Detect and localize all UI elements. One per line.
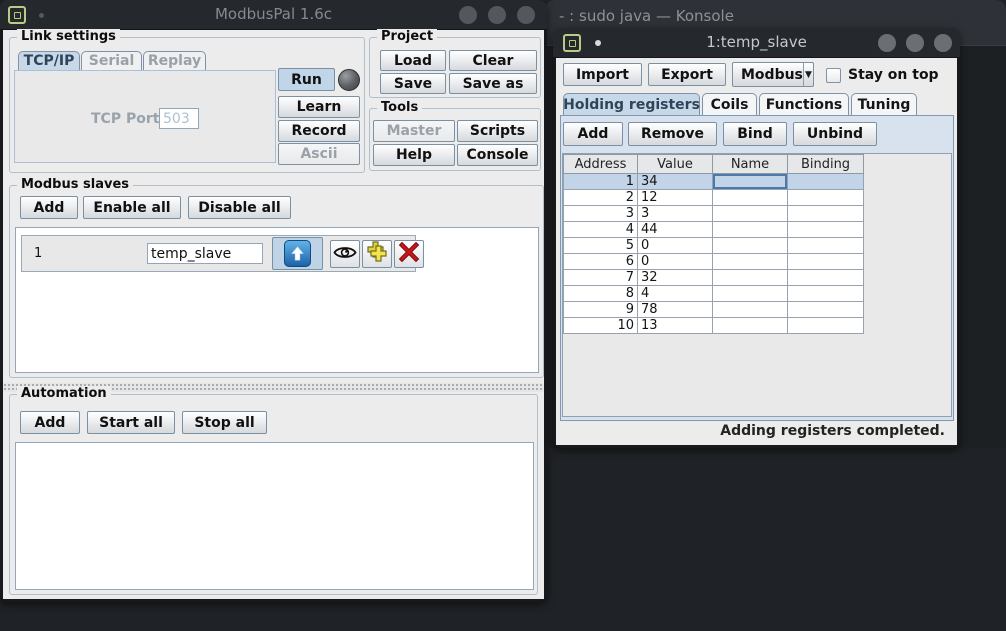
registers-tab-content: Add Remove Bind Unbind Address Value Nam… [560,115,954,421]
table-row[interactable]: 6 0 [564,254,864,270]
table-row[interactable]: 3 3 [564,206,864,222]
tab-tuning[interactable]: Tuning [851,93,917,115]
stay-on-top-label: Stay on top [848,67,939,83]
link-settings-title: Link settings [17,29,120,45]
add-register-button[interactable]: Add [563,122,623,146]
tab-tcpip[interactable]: TCP/IP [18,51,80,70]
maximize-button[interactable] [488,6,506,24]
status-message: Adding registers completed. [562,423,945,439]
help-button[interactable]: Help [373,144,455,166]
table-row[interactable]: 10 13 [564,318,864,334]
slave-row[interactable]: 1 [21,235,416,272]
eye-icon [333,245,357,264]
tcpip-tab-content: TCP Port: [14,70,276,163]
modbus-slaves-panel: Modbus slaves Add Enable all Disable all… [9,185,544,378]
start-all-button[interactable]: Start all [87,411,175,434]
registers-table: Address Value Name Binding 1 34 2 12 [563,154,864,334]
add-slave-button[interactable]: Add [20,196,78,219]
table-row[interactable]: 1 34 [564,174,864,190]
table-row[interactable]: 8 4 [564,286,864,302]
automation-title: Automation [17,386,111,402]
mode-combo[interactable]: Modbus ▼ [732,62,814,87]
tcp-port-input[interactable] [159,108,199,129]
double-plus-icon [365,240,389,268]
minimize-button[interactable] [459,6,477,24]
remove-register-button[interactable]: Remove [628,122,717,146]
x-icon [398,241,420,267]
slave-name-field[interactable] [147,243,263,264]
slave-list: 1 [15,227,539,373]
ascii-button: Ascii [278,143,360,165]
disable-all-button[interactable]: Disable all [188,196,291,219]
up-arrow-icon [284,240,311,267]
slave-titlebar[interactable]: 1:temp_slave [553,28,960,58]
modbuspal-titlebar[interactable]: ModbusPal 1.6c [0,0,547,30]
import-button[interactable]: Import [563,63,642,86]
link-led-icon [338,69,360,91]
master-button: Master [373,120,455,142]
focused-cell[interactable] [713,174,788,190]
modbus-slaves-title: Modbus slaves [17,177,133,193]
stay-on-top-checkbox[interactable] [826,68,841,83]
view-slave-button[interactable] [330,240,360,268]
window-title: 1:temp_slave [553,33,960,51]
tab-holding-registers[interactable]: Holding registers [563,93,700,115]
col-name[interactable]: Name [713,155,788,174]
table-row[interactable]: 9 78 [564,302,864,318]
unbind-button[interactable]: Unbind [793,122,877,146]
stop-all-button[interactable]: Stop all [182,411,267,434]
tcp-port-label: TCP Port: [91,111,165,127]
save-button[interactable]: Save [380,73,446,94]
tools-title: Tools [377,100,422,116]
col-binding[interactable]: Binding [788,155,864,174]
duplicate-slave-button[interactable] [362,240,392,268]
link-settings-panel: Link settings TCP/IP Serial Replay TCP P… [9,37,365,173]
bind-button[interactable]: Bind [723,122,787,146]
close-button[interactable] [934,34,952,52]
slave-window: 1:temp_slave Import Export Modbus ▼ Stay… [553,28,960,448]
automation-panel: Automation Add Start all Stop all [9,394,538,595]
project-title: Project [377,29,437,45]
combo-arrow-icon: ▼ [803,63,813,86]
automation-list [15,442,534,590]
tab-coils[interactable]: Coils [702,93,757,115]
close-button[interactable] [517,6,535,24]
record-button[interactable]: Record [278,120,360,142]
tab-functions[interactable]: Functions [759,93,849,115]
table-header-row: Address Value Name Binding [564,155,864,174]
maximize-button[interactable] [906,34,924,52]
run-button[interactable]: Run [278,68,335,91]
table-row[interactable]: 5 0 [564,238,864,254]
col-value[interactable]: Value [638,155,713,174]
combo-value: Modbus [733,63,803,86]
col-address[interactable]: Address [564,155,638,174]
project-panel: Project Load Clear Save Save as [369,37,541,98]
enable-all-button[interactable]: Enable all [83,196,181,219]
add-automation-button[interactable]: Add [20,411,80,434]
tools-panel: Tools Master Scripts Help Console [369,108,541,171]
save-as-button[interactable]: Save as [449,73,537,94]
load-button[interactable]: Load [380,50,446,71]
slave-id: 1 [34,246,42,261]
modbuspal-window: ModbusPal 1.6c Link settings TCP/IP Seri… [0,0,547,602]
enable-slave-button[interactable] [272,237,323,270]
konsole-title: - : sudo java — Konsole [545,0,1006,25]
tab-serial[interactable]: Serial [81,51,142,70]
delete-slave-button[interactable] [394,240,424,268]
minimize-button[interactable] [878,34,896,52]
export-button[interactable]: Export [648,63,726,86]
tab-replay[interactable]: Replay [143,51,206,70]
table-row[interactable]: 7 32 [564,270,864,286]
registers-scrollpane: Address Value Name Binding 1 34 2 12 [562,153,952,417]
learn-button[interactable]: Learn [278,96,360,118]
scripts-button[interactable]: Scripts [457,120,538,142]
table-row[interactable]: 4 44 [564,222,864,238]
table-row[interactable]: 2 12 [564,190,864,206]
console-button[interactable]: Console [457,144,538,166]
clear-button[interactable]: Clear [449,50,537,71]
